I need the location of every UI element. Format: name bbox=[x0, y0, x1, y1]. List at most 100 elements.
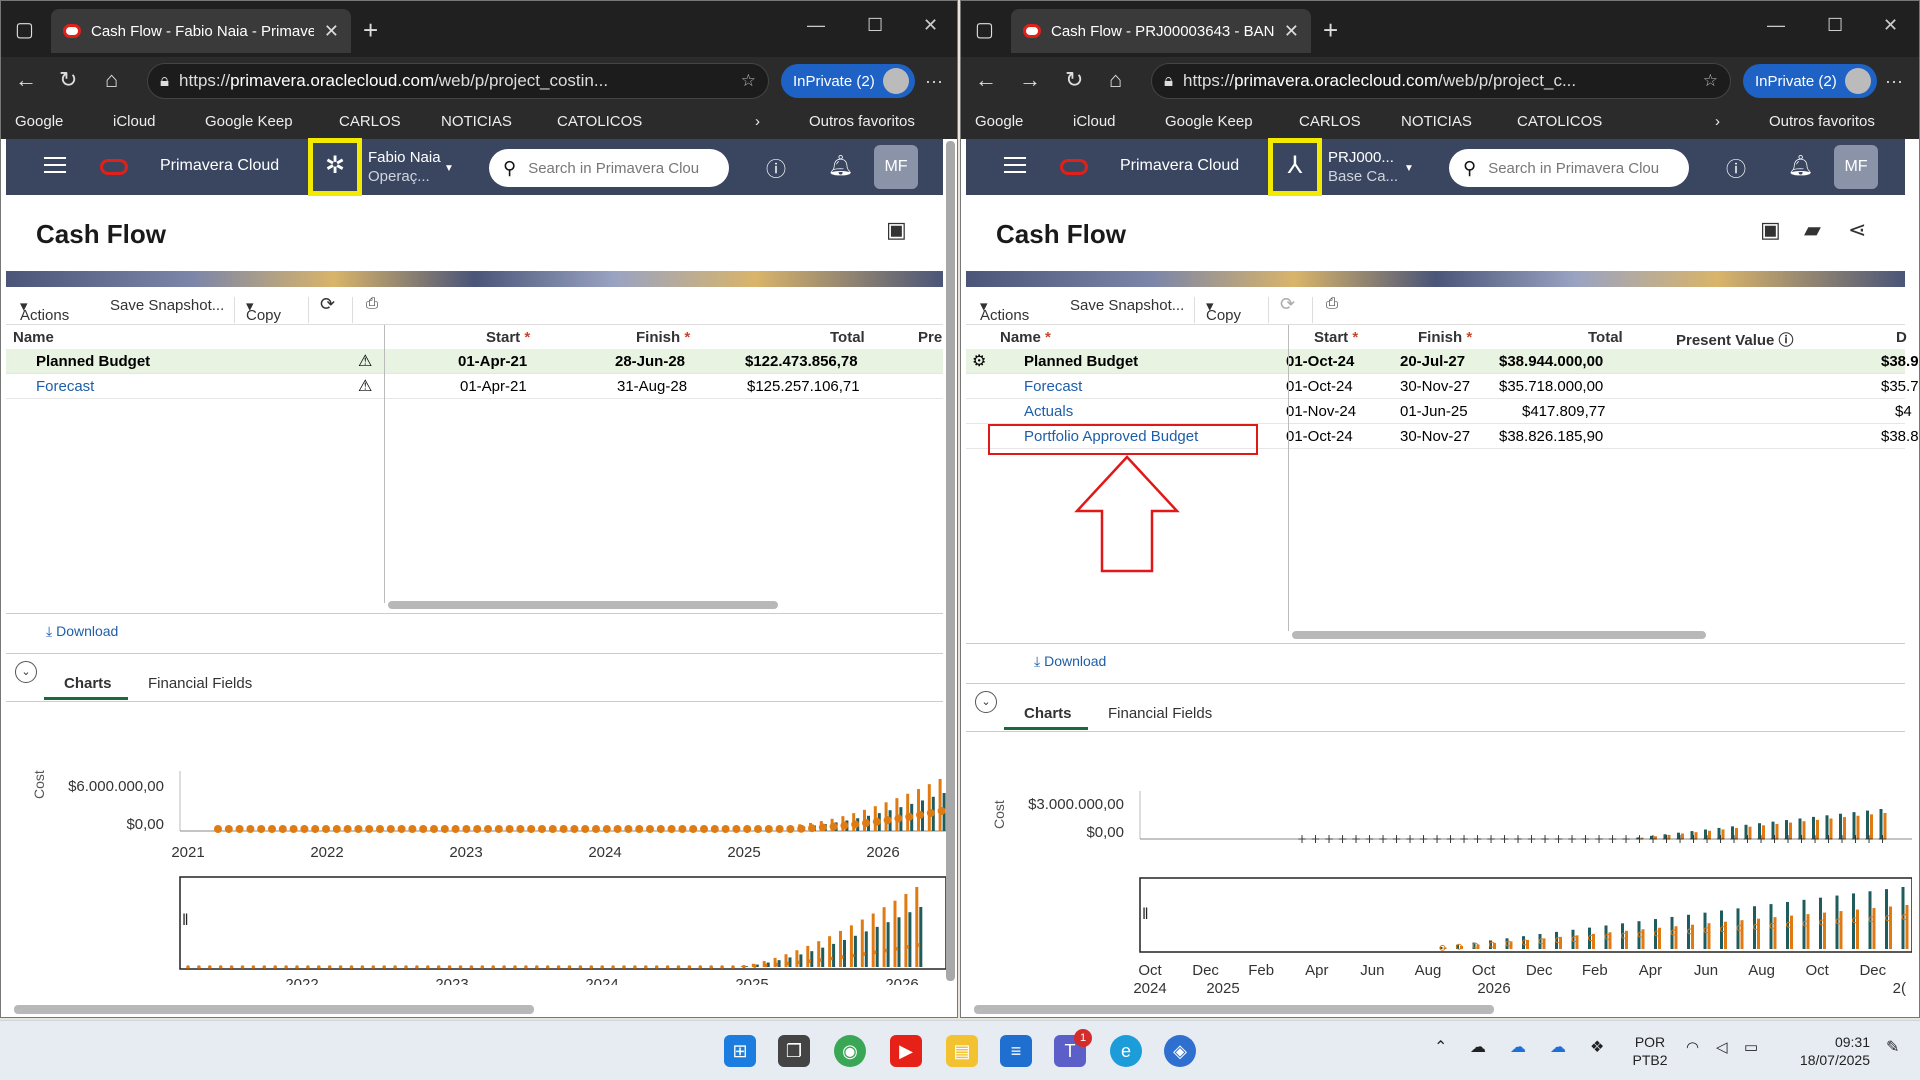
download-link[interactable]: ⤓ Download bbox=[1034, 653, 1106, 670]
col-finish[interactable]: Finish * bbox=[1418, 329, 1472, 346]
onedrive-icon-2[interactable]: ☁ bbox=[1550, 1039, 1566, 1057]
home-icon[interactable]: ⌂ bbox=[1109, 67, 1122, 93]
bookmark-google[interactable]: Google bbox=[15, 113, 63, 130]
shield-app-icon[interactable]: ◈ bbox=[1164, 1035, 1196, 1067]
more-icon[interactable]: ··· bbox=[925, 71, 943, 92]
col-total[interactable]: Total bbox=[1588, 329, 1623, 346]
table-row[interactable]: Forecast ⚠ 01-Apr-21 31-Aug-28 $125.257.… bbox=[6, 374, 943, 399]
chrome-icon[interactable]: ◉ bbox=[834, 1035, 866, 1067]
copy-menu[interactable]: Copy ▾ bbox=[1206, 297, 1241, 324]
refresh-icon[interactable]: ↻ bbox=[1065, 67, 1083, 93]
grid-splitter[interactable] bbox=[384, 325, 385, 603]
gear-icon[interactable]: ⚙ bbox=[972, 351, 986, 371]
table-row[interactable]: Planned Budget ⚠ 01-Apr-21 28-Jun-28 $12… bbox=[6, 349, 943, 374]
horizontal-scrollbar[interactable] bbox=[388, 601, 778, 609]
browser-tab[interactable]: Cash Flow - PRJ00003643 - BANC ✕ bbox=[1011, 9, 1311, 53]
forward-icon[interactable]: → bbox=[1019, 67, 1041, 93]
col-name[interactable]: Name bbox=[13, 329, 54, 346]
row-name[interactable]: Actuals bbox=[1024, 403, 1073, 420]
bookmark-noticias[interactable]: NOTICIAS bbox=[441, 113, 512, 130]
collapse-icon[interactable]: ⌄ bbox=[975, 691, 997, 713]
language-indicator[interactable]: POR PTB2 bbox=[1630, 1033, 1670, 1069]
horizontal-scrollbar[interactable] bbox=[1292, 631, 1706, 639]
help-icon[interactable]: ⓘ bbox=[766, 153, 786, 182]
dropbox-icon[interactable]: ❖ bbox=[1590, 1039, 1604, 1057]
print-icon[interactable]: ⎙ bbox=[1326, 295, 1338, 312]
maximize-icon[interactable]: ☐ bbox=[1827, 15, 1843, 36]
volume-icon[interactable]: ◁ bbox=[1716, 1039, 1728, 1057]
bookmark-google-keep[interactable]: Google Keep bbox=[205, 113, 293, 130]
inprivate-button[interactable]: InPrivate (2) bbox=[1743, 64, 1877, 98]
col-start[interactable]: Start * bbox=[1314, 329, 1358, 346]
menu-icon[interactable] bbox=[1004, 157, 1026, 173]
new-tab-icon[interactable]: + bbox=[1323, 15, 1338, 46]
new-tab-icon[interactable]: + bbox=[363, 15, 378, 46]
col-extra[interactable]: D bbox=[1896, 329, 1907, 346]
page-horizontal-scrollbar[interactable] bbox=[14, 1005, 534, 1014]
save-snapshot-button[interactable]: Save Snapshot... bbox=[1070, 297, 1184, 314]
table-row[interactable]: Forecast 01-Oct-24 30-Nov-27 $35.718.000… bbox=[966, 374, 1919, 399]
table-row[interactable]: ⚙ Planned Budget 01-Oct-24 20-Jul-27 $38… bbox=[966, 349, 1919, 374]
home-icon[interactable]: ⌂ bbox=[105, 67, 118, 93]
menu-icon[interactable] bbox=[44, 157, 66, 173]
chevron-up-icon[interactable]: ⌃ bbox=[1434, 1039, 1447, 1057]
context-selector[interactable]: PRJ000... Base Ca... bbox=[1328, 148, 1398, 186]
youtube-icon[interactable]: ▶ bbox=[890, 1035, 922, 1067]
col-present[interactable]: Pre bbox=[918, 329, 942, 346]
start-icon[interactable]: ⊞ bbox=[724, 1035, 756, 1067]
table-row[interactable]: Actuals 01-Nov-24 01-Jun-25 $417.809,77 … bbox=[966, 399, 1912, 424]
col-name[interactable]: Name * bbox=[1000, 329, 1051, 346]
snapshot-icon[interactable]: ▣ bbox=[1760, 217, 1781, 243]
close-tab-icon[interactable]: ✕ bbox=[324, 21, 339, 42]
navigator-handle-icon[interactable]: ‖ bbox=[182, 912, 189, 929]
col-total[interactable]: Total bbox=[830, 329, 865, 346]
vertical-scrollbar[interactable] bbox=[946, 141, 955, 981]
tab-actions-icon[interactable]: ▢ bbox=[15, 17, 34, 42]
bookmark-carlos[interactable]: CARLOS bbox=[339, 113, 401, 130]
workspace-icon[interactable]: ✲ bbox=[308, 138, 362, 196]
tab-charts[interactable]: Charts bbox=[64, 675, 112, 692]
context-selector[interactable]: Fabio Naia Operaç... bbox=[368, 148, 441, 186]
edge-icon[interactable]: e bbox=[1110, 1035, 1142, 1067]
file-explorer-icon[interactable]: ▤ bbox=[946, 1035, 978, 1067]
bookmark-carlos[interactable]: CARLOS bbox=[1299, 113, 1361, 130]
save-snapshot-button[interactable]: Save Snapshot... bbox=[110, 297, 224, 314]
user-avatar[interactable]: MF bbox=[874, 145, 918, 189]
tab-financial-fields[interactable]: Financial Fields bbox=[148, 675, 252, 692]
chevron-right-icon[interactable]: › bbox=[755, 113, 760, 130]
user-avatar[interactable]: MF bbox=[1834, 145, 1878, 189]
minimize-icon[interactable]: — bbox=[1767, 15, 1785, 36]
search-input[interactable]: ⚲ Search in Primavera Clou bbox=[489, 149, 729, 187]
url-field[interactable]: 🔒︎ https://primavera.oraclecloud.com/web… bbox=[147, 63, 769, 99]
snapshot-icon[interactable]: ▣ bbox=[886, 217, 907, 243]
refresh-icon[interactable]: ↻ bbox=[59, 67, 77, 93]
page-horizontal-scrollbar[interactable] bbox=[974, 1005, 1494, 1014]
task-view-icon[interactable]: ❐ bbox=[778, 1035, 810, 1067]
tab-actions-icon[interactable]: ▢ bbox=[975, 17, 994, 42]
refresh-icon[interactable]: ⟳ bbox=[320, 294, 335, 315]
row-name[interactable]: Forecast bbox=[1024, 378, 1082, 395]
print-icon[interactable]: ⎙ bbox=[366, 295, 378, 312]
collapse-icon[interactable]: ⌄ bbox=[15, 661, 37, 683]
close-window-icon[interactable]: ✕ bbox=[923, 15, 938, 36]
help-icon[interactable]: ⓘ bbox=[1726, 153, 1746, 182]
clock[interactable]: 09:31 18/07/2025 bbox=[1780, 1033, 1870, 1069]
actions-menu[interactable]: Actions ▾ bbox=[20, 297, 69, 324]
bookmark-google[interactable]: Google bbox=[975, 113, 1023, 130]
bookmark-icloud[interactable]: iCloud bbox=[113, 113, 156, 130]
col-finish[interactable]: Finish * bbox=[636, 329, 690, 346]
chevron-down-icon[interactable]: ▼ bbox=[1404, 163, 1414, 174]
bell-icon[interactable]: 🔔︎ bbox=[828, 153, 853, 178]
url-field[interactable]: 🔒︎ https://primavera.oraclecloud.com/web… bbox=[1151, 63, 1731, 99]
close-tab-icon[interactable]: ✕ bbox=[1284, 21, 1299, 42]
battery-icon[interactable]: ▭ bbox=[1744, 1039, 1758, 1057]
other-bookmarks[interactable]: Outros favoritos bbox=[1769, 113, 1875, 130]
bookmark-google-keep[interactable]: Google Keep bbox=[1165, 113, 1253, 130]
favorite-star-icon[interactable]: ☆ bbox=[741, 71, 756, 91]
col-present-value[interactable]: Present Value ⓘ bbox=[1676, 329, 1794, 350]
inprivate-button[interactable]: InPrivate (2) bbox=[781, 64, 915, 98]
more-icon[interactable]: ··· bbox=[1885, 71, 1903, 92]
back-icon[interactable]: ← bbox=[15, 67, 37, 93]
onedrive-icon[interactable]: ☁ bbox=[1510, 1039, 1526, 1057]
bookmark-catolicos[interactable]: CATOLICOS bbox=[1517, 113, 1602, 130]
